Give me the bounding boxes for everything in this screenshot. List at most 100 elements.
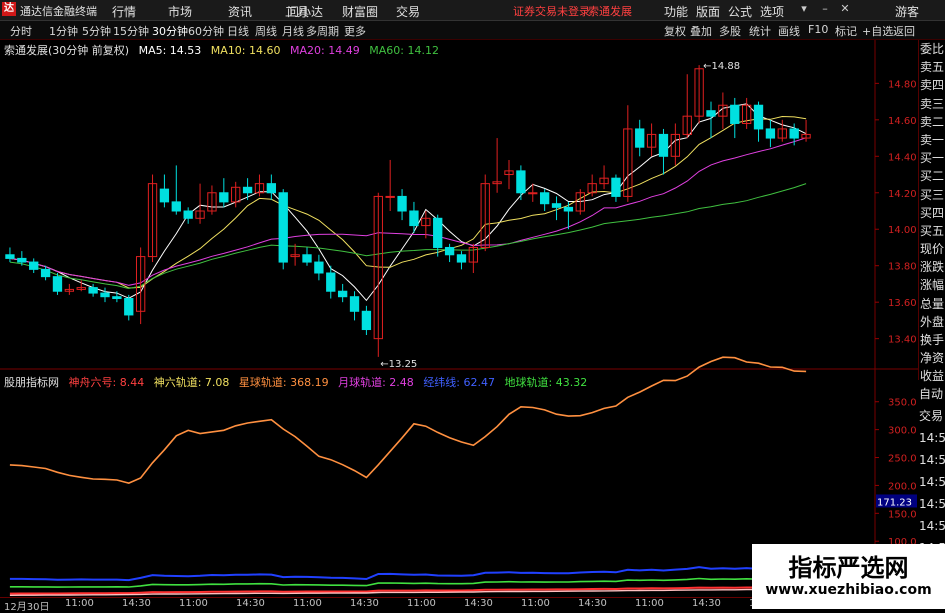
quote-label: 涨幅 xyxy=(920,278,945,293)
time-tick-label: 14:30 xyxy=(578,598,607,609)
price-tick-label: 13.60 xyxy=(888,298,917,309)
quote-label: 卖一 xyxy=(920,132,945,147)
quote-label: 外盘 xyxy=(920,314,945,329)
ma10-line xyxy=(9,115,807,289)
quote-label: 卖五 xyxy=(920,60,945,75)
quote-label: 卖四 xyxy=(920,78,945,93)
kline-chart[interactable]: 14.80 14.60 14.40 14.20 14.00 13.80 13.60 13.40… xyxy=(0,0,918,609)
candle-body xyxy=(40,268,51,278)
quote-label: 收益 xyxy=(920,369,945,384)
indicator-tick-label: 250.0 xyxy=(888,454,917,465)
trade-detail-item: 14:56 xyxy=(919,475,945,489)
candle-body xyxy=(183,210,193,219)
candle-body xyxy=(171,201,181,212)
quote-label: 换手 xyxy=(920,333,945,347)
indicator-tick-label: 300.0 xyxy=(888,426,917,437)
time-tick-label: 11:00 xyxy=(65,598,94,609)
candle-body xyxy=(730,104,740,124)
candle-body xyxy=(278,192,288,263)
candle-body xyxy=(444,246,455,256)
trade-detail-item: 14:56 xyxy=(919,497,945,511)
price-tick-label: 14.20 xyxy=(888,189,917,200)
candle-body xyxy=(52,276,63,292)
watermark-url: www.xuezhibiao.com xyxy=(765,582,932,598)
watermark-logo: 指标严选网 www.xuezhibiao.com xyxy=(752,544,945,609)
candle-body xyxy=(753,104,764,130)
candle-body xyxy=(219,192,229,203)
candle-body xyxy=(528,192,538,195)
price-tick-label: 14.60 xyxy=(888,116,917,127)
candle-body xyxy=(551,203,562,208)
time-axis: 12月30日 11:00 14:30 11:00 14:30 11:00 14:30 11:0… xyxy=(0,597,778,613)
low-price-label: ←13.25 xyxy=(380,359,417,370)
candle-body xyxy=(159,188,170,203)
high-price-label: ←14.88 xyxy=(703,61,740,72)
candle-body xyxy=(539,192,550,205)
candle-body xyxy=(29,261,39,270)
trade-detail-item[interactable]: 自动 xyxy=(918,384,945,406)
star-orbit-line xyxy=(9,356,807,484)
indicator-tick-label: 350.0 xyxy=(888,398,917,409)
candle-body xyxy=(88,287,98,294)
time-tick-label: 11:00 xyxy=(293,598,322,609)
candle-body xyxy=(385,195,395,198)
candle-body xyxy=(611,177,621,197)
candle-body xyxy=(337,290,348,298)
candle-body xyxy=(5,254,15,259)
indicator-current-value: 171.23 xyxy=(877,497,912,508)
quote-label: 涨跌 xyxy=(920,260,945,275)
time-tick-label: 12月30日 xyxy=(4,602,50,613)
time-tick-label: 11:00 xyxy=(521,598,550,609)
candle-body xyxy=(635,128,645,148)
quote-label: 买四 xyxy=(920,205,945,220)
quote-label: 买一 xyxy=(920,151,945,166)
quote-label: 买三 xyxy=(920,187,945,202)
trade-detail-item[interactable]: 交易 xyxy=(918,406,945,428)
time-tick-label: 11:00 xyxy=(179,598,208,609)
candle-body xyxy=(124,298,134,316)
candle-body xyxy=(314,261,324,274)
indicator-tick-label: 150.0 xyxy=(888,509,917,520)
candle-body xyxy=(658,133,669,157)
candle-body xyxy=(326,272,336,292)
candle-body xyxy=(112,296,122,300)
candle-body xyxy=(409,210,419,227)
time-tick-label: 14:30 xyxy=(464,598,493,609)
trade-detail-item: 14:56 xyxy=(919,453,945,467)
candle-body xyxy=(100,292,110,298)
trade-detail-item: 14:56 xyxy=(919,431,945,445)
ma60-line xyxy=(9,183,807,290)
time-tick-label: 14:30 xyxy=(236,598,265,609)
candle-body xyxy=(789,128,799,139)
price-tick-label: 14.80 xyxy=(888,79,917,90)
candle-body xyxy=(433,217,443,248)
watermark-title: 指标严选网 xyxy=(788,554,909,582)
quote-label: 买五 xyxy=(920,223,945,238)
time-tick-label: 14:30 xyxy=(122,598,151,609)
time-tick-label: 14:30 xyxy=(692,598,721,609)
candle-body xyxy=(765,128,776,139)
quote-label: 卖二 xyxy=(920,114,945,129)
price-tick-label: 13.80 xyxy=(888,262,917,273)
candle-body xyxy=(266,183,277,194)
time-tick-label: 14:30 xyxy=(350,598,379,609)
candle-body xyxy=(563,206,574,212)
longitude-line xyxy=(9,566,807,582)
price-tick-label: 14.00 xyxy=(888,225,917,236)
candle-body xyxy=(302,254,312,263)
candle-body xyxy=(516,170,526,194)
price-tick-label: 14.40 xyxy=(888,152,917,163)
candle-body xyxy=(456,254,467,263)
quote-label: 卖三 xyxy=(920,96,945,111)
quote-label: 现价 xyxy=(920,242,945,257)
candle-body xyxy=(397,195,407,212)
candle-body xyxy=(361,310,372,331)
price-tick-label: 13.40 xyxy=(888,335,917,346)
quote-label: 买二 xyxy=(920,169,945,184)
trade-detail-item: 14:56 xyxy=(919,519,945,533)
quote-label: 委比 xyxy=(920,42,945,56)
time-tick-label: 11:00 xyxy=(635,598,664,609)
candle-body xyxy=(706,110,716,117)
time-tick-label: 11:00 xyxy=(407,598,436,609)
candle-body xyxy=(17,257,27,263)
